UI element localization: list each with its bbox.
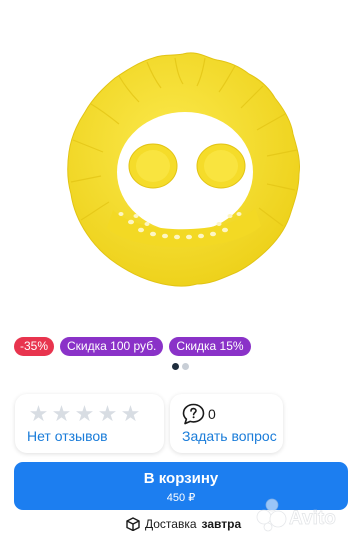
delivery-info: Доставка завтра <box>126 517 241 531</box>
no-reviews-link[interactable]: Нет отзывов <box>27 428 108 444</box>
pagination-dot-active[interactable] <box>172 363 179 370</box>
product-image-shower-cap <box>67 52 300 287</box>
delivery-when: завтра <box>201 517 242 531</box>
discount-badges: -35% Скидка 100 руб. Скидка 15% <box>14 337 251 356</box>
product-image-gallery[interactable] <box>0 0 362 330</box>
star-icon: ★ <box>97 401 118 426</box>
discount-percent-badge: -35% <box>14 337 55 356</box>
reviews-card[interactable]: ★ ★ ★ ★ ★ Нет отзывов <box>15 394 164 453</box>
questions-count: 0 <box>208 406 216 422</box>
gallery-pagination[interactable] <box>172 363 189 370</box>
cart-button-label: В корзину <box>143 470 219 487</box>
star-icon: ★ <box>74 401 95 426</box>
star-icon: ★ <box>28 401 49 426</box>
discount-extra-badge: Скидка 15% <box>169 337 251 356</box>
package-icon <box>126 517 140 531</box>
discount-rub-badge: Скидка 100 руб. <box>60 337 164 356</box>
ask-question-link[interactable]: Задать вопрос <box>182 428 277 444</box>
avito-watermark-logo: Avito <box>256 498 336 532</box>
question-bubble-icon <box>182 403 205 425</box>
questions-card[interactable]: 0 Задать вопрос <box>170 394 283 453</box>
svg-text:Avito: Avito <box>289 508 336 529</box>
pagination-dot[interactable] <box>182 363 189 370</box>
delivery-prefix: Доставка <box>145 517 197 531</box>
star-icon: ★ <box>51 401 72 426</box>
rating-stars: ★ ★ ★ ★ ★ <box>28 401 141 426</box>
star-icon: ★ <box>120 401 141 426</box>
